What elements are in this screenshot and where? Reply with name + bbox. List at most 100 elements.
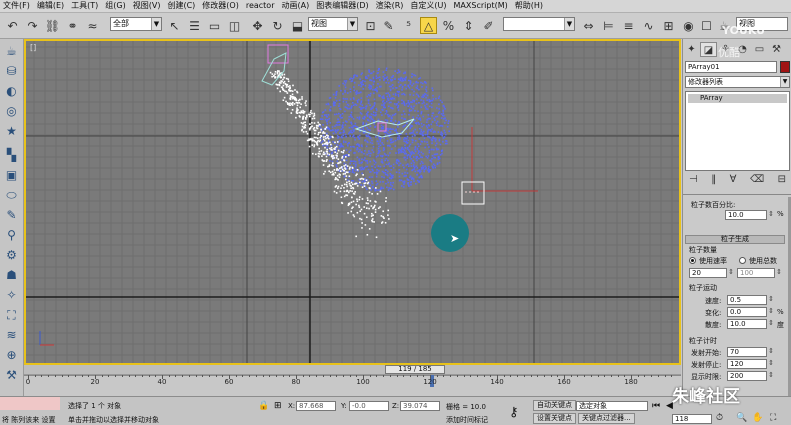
menu-item[interactable]: 渲染(R) (376, 0, 404, 12)
bone-icon[interactable]: ☗ (3, 267, 20, 283)
add-time-tag[interactable]: 添加时间标记 (446, 415, 488, 425)
remove-modifier-icon[interactable]: ⌫ (750, 174, 764, 190)
emit-stop-spinner[interactable]: 120 (727, 359, 774, 369)
render-setup-icon[interactable]: ☐ (698, 17, 715, 34)
mirror-icon[interactable]: ⇔ (580, 17, 597, 34)
sphere-icon[interactable]: ◐ (3, 83, 20, 99)
show-end-result-icon[interactable]: ‖ (711, 174, 716, 190)
angle-snap-icon[interactable]: △ (420, 17, 437, 34)
menu-item[interactable]: 文件(F) (3, 0, 30, 12)
time-config-icon[interactable]: ⏱ (716, 413, 723, 423)
select-link-icon[interactable]: ⛓ (44, 17, 61, 34)
star-icon[interactable]: ★ (3, 123, 20, 139)
percent-snap-icon[interactable]: % (440, 17, 457, 34)
named-selection-dropdown[interactable]: ▼ (503, 17, 575, 31)
stack-item-parray[interactable]: PArray (688, 94, 787, 103)
selection-filter-dropdown[interactable]: 全部 ▼ (110, 17, 162, 31)
current-frame-field[interactable]: 118 (672, 414, 712, 424)
total-spinner[interactable]: 100 (737, 268, 782, 278)
viewport-label[interactable]: [] (30, 43, 36, 52)
speed-spinner[interactable]: 0.5 (727, 295, 774, 305)
key-filter-dropdown[interactable]: 选定对象 (576, 401, 648, 411)
curve-editor-icon[interactable]: ∿ (640, 17, 657, 34)
select-object-icon[interactable]: ↖ (166, 17, 183, 34)
modifier-stack[interactable]: PArray (685, 91, 790, 171)
spinner-snap-icon[interactable]: ⇕ (460, 17, 477, 34)
menu-item[interactable]: 视图(V) (133, 0, 161, 12)
key-filters-button[interactable]: 关键点过滤器... (578, 413, 635, 424)
time-slider[interactable]: 119 / 185 (24, 365, 681, 374)
absolute-mode-icon[interactable]: ⊞ (274, 401, 282, 411)
use-rate-radio[interactable] (689, 257, 696, 264)
y-coord-field[interactable]: -0.0 (349, 401, 389, 411)
cylinder-tool-icon[interactable]: ⬭ (3, 187, 20, 203)
select-manipulate-icon[interactable]: ✎ (380, 17, 397, 34)
divergence-spinner[interactable]: 10.0 (727, 319, 774, 329)
zoom-icon[interactable]: 🔍 (736, 413, 747, 423)
goto-start-icon[interactable]: ⏮ (652, 401, 660, 411)
menu-item[interactable]: MAXScript(M) (454, 0, 508, 12)
rect-selection-icon[interactable]: ▭ (206, 17, 223, 34)
display-until-spinner[interactable]: 200 (727, 371, 774, 381)
align-icon[interactable]: ⊨ (600, 17, 617, 34)
variation-spinner[interactable]: 0.0 (727, 307, 774, 317)
move-icon[interactable]: ✥ (249, 17, 266, 34)
make-unique-icon[interactable]: ∀ (730, 174, 737, 190)
wrench-icon[interactable]: ⚲ (3, 227, 20, 243)
system-icon[interactable]: ⚒ (3, 367, 20, 383)
modifier-list-dropdown[interactable]: 修改器列表 ▼ (685, 76, 790, 88)
pivot-icon[interactable]: ⊡ (362, 17, 379, 34)
menu-item[interactable]: reactor (246, 0, 275, 12)
menu-item[interactable]: 动画(A) (281, 0, 309, 12)
create-tab-icon[interactable]: ✦ (683, 42, 700, 57)
particle-generation-rollout[interactable]: 粒子生成 (685, 235, 785, 244)
light-icon[interactable]: ✧ (3, 287, 20, 303)
window-crossing-icon[interactable]: ◫ (226, 17, 243, 34)
viewport-canvas[interactable] (26, 41, 679, 363)
set-key-button[interactable]: 设置关键点 (533, 413, 576, 424)
use-total-radio[interactable] (739, 257, 746, 264)
rotate-icon[interactable]: ↻ (269, 17, 286, 34)
emit-start-spinner[interactable]: 70 (727, 347, 774, 357)
snap-toggle-icon[interactable]: ⁵ (400, 17, 417, 34)
bind-space-warp-icon[interactable]: ≈ (84, 17, 101, 34)
menu-item[interactable]: 创建(C) (167, 0, 195, 12)
torus-icon[interactable]: ◎ (3, 103, 20, 119)
brush-icon[interactable]: ✎ (3, 207, 20, 223)
redo-icon[interactable]: ↷ (24, 17, 41, 34)
x-coord-field[interactable]: 87.668 (296, 401, 336, 411)
menu-item[interactable]: 帮助(H) (515, 0, 543, 12)
space-warp-icon[interactable]: ≋ (3, 327, 20, 343)
rate-spinner[interactable]: 20 (689, 268, 734, 278)
cylinder-icon[interactable]: ⛁ (3, 63, 20, 79)
menu-item[interactable]: 组(G) (105, 0, 125, 12)
scale-icon[interactable]: ⬓ (289, 17, 306, 34)
time-slider-thumb[interactable]: 119 / 185 (385, 365, 445, 374)
material-editor-icon[interactable]: ◉ (680, 17, 697, 34)
unlink-icon[interactable]: ⚭ (64, 17, 81, 34)
track-bar[interactable]: 0 20 40 60 80 100 120 140 160 180 (24, 374, 681, 396)
pin-stack-icon[interactable]: ⊣ (689, 174, 698, 190)
utilities-tab-icon[interactable]: ⚒ (768, 42, 785, 57)
layer-manager-icon[interactable]: ≡ (620, 17, 637, 34)
menu-item[interactable]: 编辑(E) (37, 0, 64, 12)
checker-icon[interactable]: ▚ (3, 147, 20, 163)
object-color-swatch[interactable] (780, 61, 790, 73)
menu-item[interactable]: 工具(T) (71, 0, 98, 12)
helper-icon[interactable]: ⊕ (3, 347, 20, 363)
ref-coord-dropdown[interactable]: 视图 ▼ (308, 17, 358, 31)
lock-selection-icon[interactable]: 🔒 (258, 401, 269, 411)
schematic-view-icon[interactable]: ⊞ (660, 17, 677, 34)
camera-icon[interactable]: ⛶ (3, 307, 20, 323)
gear-icon[interactable]: ⚙ (3, 247, 20, 263)
maximize-viewport-icon[interactable]: ⛶ (770, 413, 776, 423)
particle-percent-spinner[interactable]: 10.0 (725, 210, 774, 220)
configure-sets-icon[interactable]: ⊟ (778, 174, 786, 190)
pan-icon[interactable]: ✋ (752, 413, 763, 423)
undo-icon[interactable]: ↶ (4, 17, 21, 34)
menu-item[interactable]: 修改器(O) (202, 0, 239, 12)
z-coord-field[interactable]: 39.074 (400, 401, 440, 411)
display-tab-icon[interactable]: ▭ (751, 42, 768, 57)
menu-item[interactable]: 图表编辑器(D) (316, 0, 368, 12)
named-selection-edit-icon[interactable]: ✐ (480, 17, 497, 34)
